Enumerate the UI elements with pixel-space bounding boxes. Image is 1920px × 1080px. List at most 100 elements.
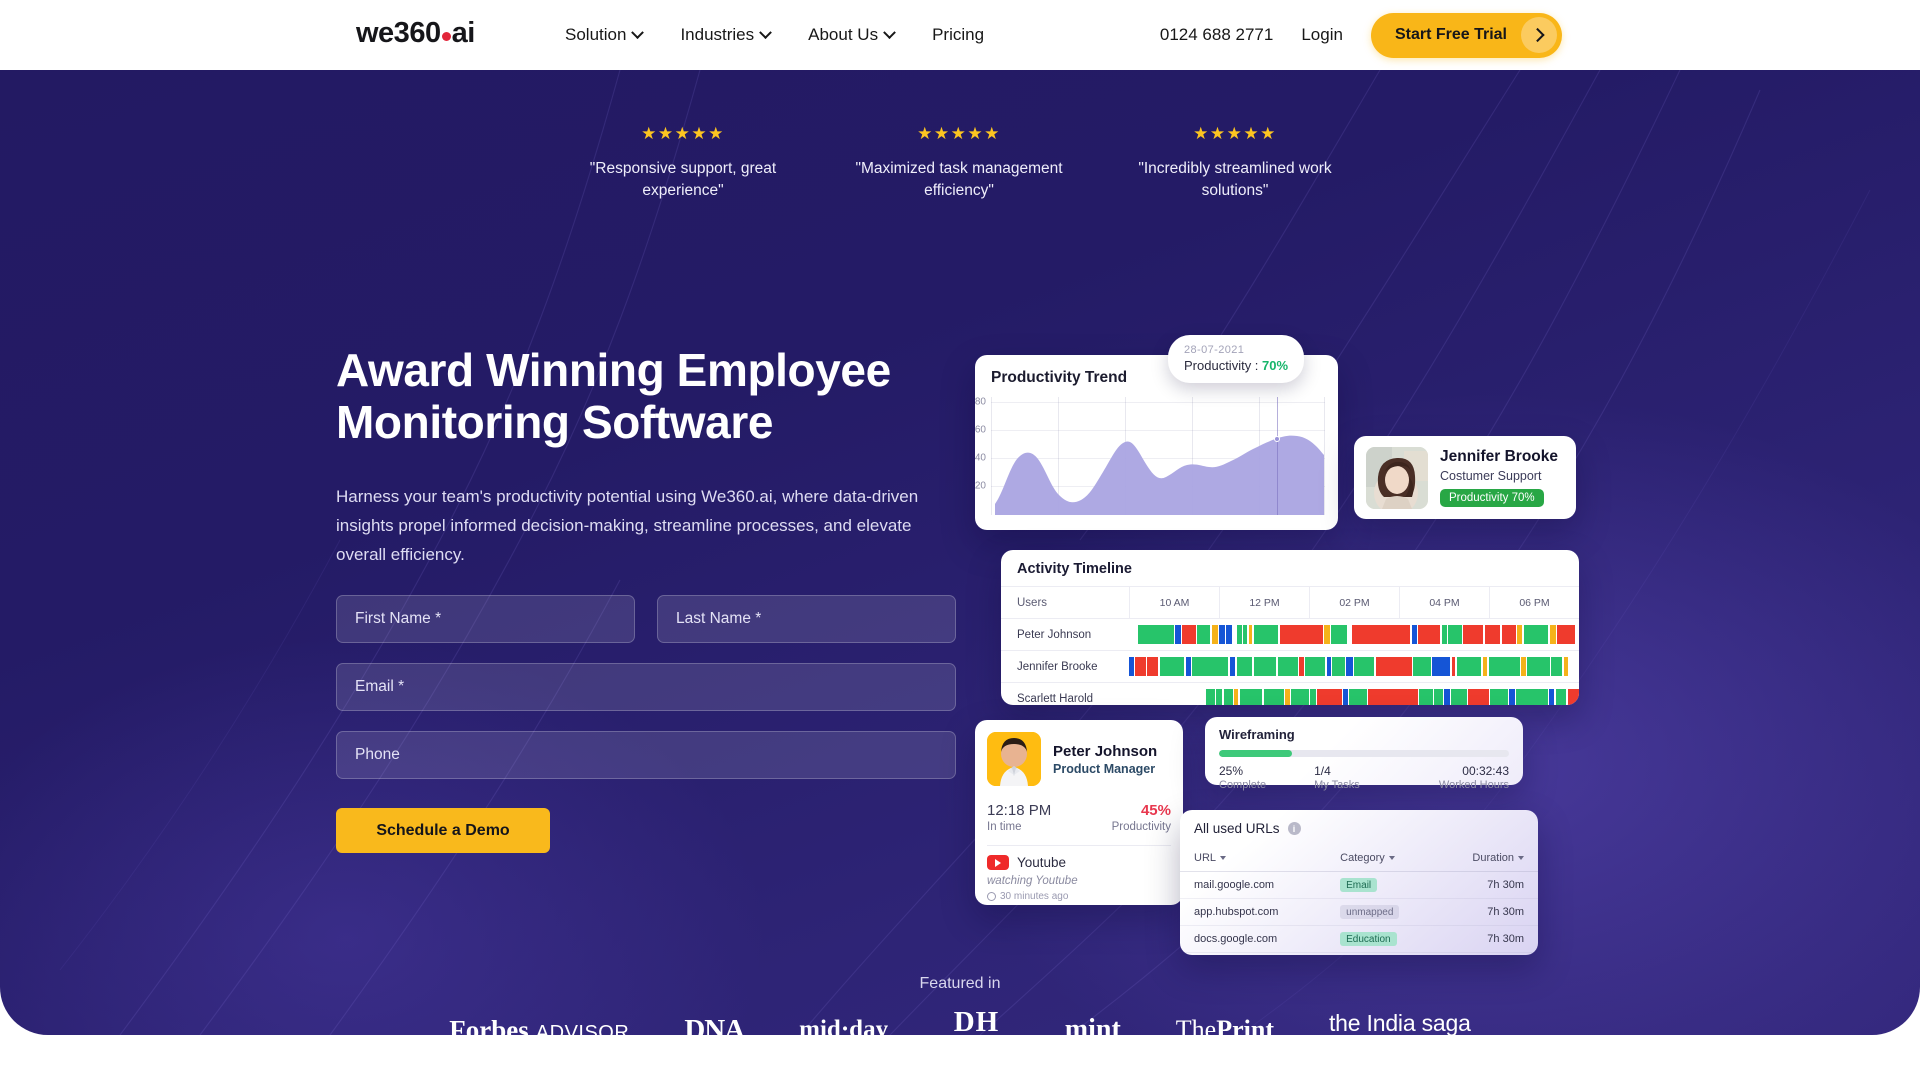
category-cell: unmapped [1340,905,1444,919]
logo-saga-name: the India saga [1328,1009,1471,1035]
time-header-06pm: 06 PM [1489,587,1579,618]
logo-deccan-herald: DH DECCAN HERALD [943,1008,1010,1036]
jennifer-role: Costumer Support [1440,469,1542,483]
schedule-demo-button[interactable]: Schedule a Demo [336,808,550,853]
chevron-down-icon [883,25,896,39]
complete-value: 25% [1219,764,1244,778]
activity-row-user: Peter Johnson [1017,628,1092,641]
chevron-down-icon [631,25,645,39]
info-icon[interactable]: i [1287,822,1301,835]
primary-nav-links: Solution Industries About Us Pricing [565,0,984,70]
last-name-input[interactable] [657,595,956,643]
activity-timeline-title: Activity Timeline [1017,561,1132,577]
nav-item-about-us-label: About Us [808,25,879,44]
nav-item-pricing[interactable]: Pricing [932,25,984,45]
avatar [1366,446,1428,509]
trend-area-series [995,435,1324,515]
phone-input[interactable] [336,731,956,779]
column-header-duration[interactable]: Duration [1444,852,1524,864]
first-name-input[interactable] [336,595,635,643]
top-navigation-bar: we3 60 ai Solution Industries About Us Pri… [0,0,1920,70]
column-header-category-label: Category [1340,852,1385,864]
productivity-trend-chart: 80 60 40 20 [975,397,1325,515]
my-tasks-value: 1/4 [1314,764,1331,778]
in-time-stat: 12:18 PM In time [987,802,1051,833]
trend-tooltip: 28-07-2021 Productivity : 70% [1168,335,1305,383]
activity-bar-scarlett-harold [1129,683,1579,705]
url-cell: docs.google.com [1194,933,1278,945]
current-app-row: Youtube [987,855,1171,870]
complete-stat: 25% Complete [1219,764,1314,791]
logo-mint: mint [1064,1014,1121,1035]
avatar [987,732,1041,786]
my-tasks-label: My Tasks [1314,779,1360,791]
peter-johnson-card: Peter Johnson Product Manager 12:18 PM I… [975,720,1183,905]
testimonial-quote: "Responsive support, great experience" [589,160,777,199]
url-cell: app.hubspot.com [1194,906,1279,918]
name-fields-row [336,595,956,643]
testimonial-quote: "Incredibly streamlined work solutions" [1138,160,1332,199]
arrow-right-icon [1521,17,1557,53]
urls-table-header: URL Category Duration [1180,845,1538,872]
category-cell: Education [1340,932,1444,946]
nav-item-solution[interactable]: Solution [565,25,645,45]
logo-the-india-saga: the India saga Be A Smart Reader [1328,1009,1471,1035]
dashboard-mockup: Productivity Trend 80 60 40 20 28-07-202… [975,335,1595,965]
time-header-02pm: 02 PM [1309,587,1399,618]
logo-text-a: we3 [356,17,410,49]
nav-item-pricing-label: Pricing [932,25,985,44]
chevron-down-icon [759,25,773,39]
y-axis-tick-80: 80 [974,396,986,408]
email-input[interactable] [336,663,956,711]
activity-table-header: Users 10 AM 12 PM 02 PM 04 PM 06 PM [1001,586,1579,618]
table-row: Peter Johnson [1001,618,1579,650]
logo-dna: DNA [684,1013,745,1036]
nav-right-group: 0124 688 2771 Login Start Free Trial [1160,0,1562,70]
sort-caret-icon [1220,856,1227,860]
activity-bar-peter-johnson [1129,619,1579,650]
star-rating-icon: ★★★★★ [1193,124,1277,143]
time-header-04pm: 04 PM [1399,587,1489,618]
activity-bar-jennifer-brooke [1129,651,1579,682]
progress-bar-track [1219,750,1509,757]
logo-forbes-part1: Forbes [449,1014,529,1036]
y-axis-tick-60: 60 [974,424,986,436]
featured-logos-row: Forbes ADVISOR DNA mid·day DH DECCAN HER… [0,1008,1920,1036]
in-time-label: In time [987,821,1022,833]
peter-header: Peter Johnson Product Manager [987,732,1171,786]
phone-number[interactable]: 0124 688 2771 [1160,25,1273,45]
column-header-duration-label: Duration [1472,852,1514,864]
table-row: Jennifer Brooke [1001,650,1579,682]
jennifer-name: Jennifer Brooke [1440,448,1559,465]
peter-info: Peter Johnson Product Manager [1053,743,1157,776]
worked-hours-label: Worked Hours [1438,779,1509,791]
featured-in-label: Featured in [919,975,1001,992]
duration-cell: 7h 30m [1487,879,1524,891]
logo-theprint-part1: The [1175,1015,1217,1035]
we360-logo[interactable]: we3 60 ai [356,17,475,50]
url-cell: mail.google.com [1194,879,1275,891]
logo-forbes-advisor: Forbes ADVISOR [449,1015,629,1036]
nav-item-about-us[interactable]: About Us [808,25,896,45]
star-rating-icon: ★★★★★ [641,124,725,143]
start-free-trial-label: Start Free Trial [1394,26,1507,43]
divider [987,845,1171,846]
nav-item-industries[interactable]: Industries [680,25,773,45]
start-free-trial-button[interactable]: Start Free Trial [1370,12,1562,58]
logo-text-c: ai [451,17,476,49]
time-header-12pm: 12 PM [1219,587,1309,618]
peter-role: Product Manager [1053,761,1156,776]
all-used-urls-title: All used URLs [1194,821,1280,836]
current-app-name: Youtube [1017,855,1067,870]
column-header-url[interactable]: URL [1194,852,1340,864]
youtube-icon [987,855,1009,870]
peter-name: Peter Johnson [1053,742,1158,760]
logo-theprint: ThePrint [1176,1015,1274,1035]
column-header-category[interactable]: Category [1340,852,1444,864]
time-header-10am: 10 AM [1129,587,1219,618]
activity-timestamp: 30 minutes ago [1000,891,1069,902]
status-badge: Productivity 70% [1440,489,1544,507]
productivity-label: Productivity [1111,821,1171,833]
activity-timestamp-row: 30 minutes ago [987,891,1171,902]
login-link[interactable]: Login [1301,25,1343,45]
